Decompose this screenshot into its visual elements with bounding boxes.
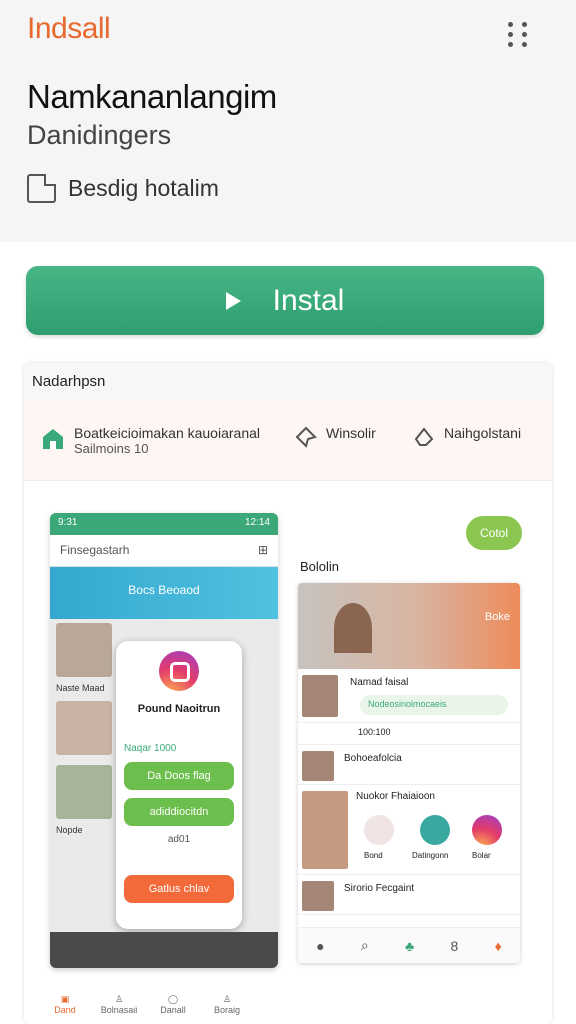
- feature-line1: Naihgolstani: [444, 425, 522, 441]
- popup-button[interactable]: Da Doos flag: [124, 762, 234, 790]
- row-name: Namad faisal: [350, 677, 409, 688]
- row-name: Nuokor Fhaiaioon: [356, 791, 435, 802]
- status-clock: 12:14: [244, 517, 270, 528]
- hero-image: Boke: [298, 583, 520, 669]
- search-bar: Finsegastarh ⊞: [50, 535, 278, 567]
- home-icon: [43, 429, 63, 449]
- popup-button[interactable]: Gatlus chlav: [124, 875, 234, 903]
- leaf-icon: ♣: [405, 937, 415, 954]
- row-meta: 100:100: [298, 723, 520, 745]
- popup-card: Pound Naoitrun Naqar 1000 Da Doos flag a…: [116, 641, 242, 929]
- grid-icon: ⊞: [257, 543, 268, 557]
- feature-line2: Sailmoins 10: [74, 441, 149, 456]
- list-item: Namad faisal Nodeosinolmocaeis: [298, 669, 520, 723]
- app-title: Namkananlangim: [27, 78, 277, 115]
- icon-label: Bolar: [472, 851, 491, 860]
- icon-label: Datingonn: [412, 851, 449, 860]
- nav-item[interactable]: ▣ Dand: [38, 988, 92, 1024]
- install-button[interactable]: Instal: [26, 266, 544, 335]
- screenshot-1[interactable]: 9:31 12:14 Finsegastarh ⊞ Bocs Beoaod Na…: [50, 513, 278, 968]
- app-header: Indsall Namkananlangim Danidingers Besdi…: [0, 0, 576, 242]
- status-time: 9:31: [58, 517, 78, 528]
- section-title: Nadarhpsn: [24, 363, 552, 401]
- left-item: Naste Maad: [56, 683, 105, 693]
- instagram-icon: [472, 815, 502, 845]
- bookmark-icon: [27, 173, 56, 203]
- row-name: Bohoeafolcia: [344, 753, 402, 764]
- avatar: [302, 791, 348, 869]
- popup-count: ad01: [167, 834, 191, 845]
- profile-photo: [56, 701, 112, 755]
- row-name: Sirorio Fecgaint: [344, 883, 415, 894]
- chat-icon: [295, 426, 317, 448]
- popup-button[interactable]: adiddiocitdn: [124, 798, 234, 826]
- icon-label: Bond: [364, 851, 383, 860]
- search-icon: ⌕: [360, 937, 369, 953]
- hero-text: Boke: [484, 611, 510, 623]
- install-label: Instal: [272, 283, 345, 317]
- pin-icon: ♦: [494, 937, 502, 954]
- app-icon: [420, 815, 450, 845]
- row-sub: Nodeosinolmocaeis: [360, 695, 508, 715]
- avatar-icon: ●: [316, 937, 325, 954]
- avatar: [302, 881, 334, 911]
- bottom-nav: ▣ Dand ♙ Bolnasaii ◯ Danall ♙ Boraig: [24, 988, 552, 1024]
- feature-line1: Boatkeicioimakan kauoiaranal: [74, 425, 260, 441]
- store-brand: Indsall: [27, 12, 111, 45]
- tag-icon: [414, 427, 434, 446]
- avatar: [302, 675, 338, 717]
- screenshot-2[interactable]: Boke Namad faisal Nodeosinolmocaeis 100:…: [298, 583, 520, 963]
- phone-nav-bar: [50, 932, 278, 968]
- list-item: Nuokor Fhaiaioon Bond Datingonn Bolar: [298, 785, 520, 875]
- profile-photo: [56, 623, 112, 677]
- person-figure: [334, 603, 372, 653]
- pill-badge[interactable]: Cotol: [466, 516, 522, 550]
- developer-name[interactable]: Danidingers: [27, 120, 171, 151]
- list-item: Bohoeafolcia: [298, 745, 520, 785]
- banner: Bocs Beoaod: [50, 567, 278, 619]
- status-bar: 9:31 12:14: [50, 513, 278, 535]
- profile-photo: [56, 765, 112, 819]
- popup-title: Pound Naoitrun: [137, 703, 221, 715]
- left-item: Nopde: [56, 825, 83, 835]
- nav-item[interactable]: ♙ Bolnasaii: [92, 988, 146, 1024]
- phone-nav-bar: ● ⌕ ♣ 8 ♦: [298, 927, 520, 963]
- feature-item: Naihgolstani: [412, 425, 521, 449]
- play-icon: [225, 291, 241, 310]
- feature-line1: Winsolir: [326, 425, 376, 441]
- nav-item[interactable]: ♙ Boraig: [200, 988, 254, 1024]
- phone2-label: Bololin: [300, 559, 340, 574]
- number-icon: 8: [450, 937, 459, 954]
- category-label: Besdig hotalim: [68, 174, 219, 201]
- search-text: Finsegastarh: [60, 543, 130, 557]
- feature-item: Winsolir: [294, 425, 376, 449]
- list-item: Sirorio Fecgaint: [298, 875, 520, 915]
- instagram-icon: [159, 651, 199, 691]
- app-icon: [364, 815, 394, 845]
- feature-item: Boatkeicioimakan kauoiaranal Sailmoins 1…: [42, 425, 260, 456]
- avatar: [302, 751, 334, 781]
- category-row[interactable]: Besdig hotalim: [27, 172, 219, 204]
- nav-item[interactable]: ◯ Danall: [146, 988, 200, 1024]
- screenshot-card: Nadarhpsn Boatkeicioimakan kauoiaranal S…: [24, 363, 552, 1024]
- feature-strip: Boatkeicioimakan kauoiaranal Sailmoins 1…: [24, 401, 552, 481]
- popup-sub: Naqar 1000: [124, 743, 177, 754]
- more-vert-icon[interactable]: [508, 22, 530, 50]
- left-column: Naste Maad Nopde: [56, 623, 112, 843]
